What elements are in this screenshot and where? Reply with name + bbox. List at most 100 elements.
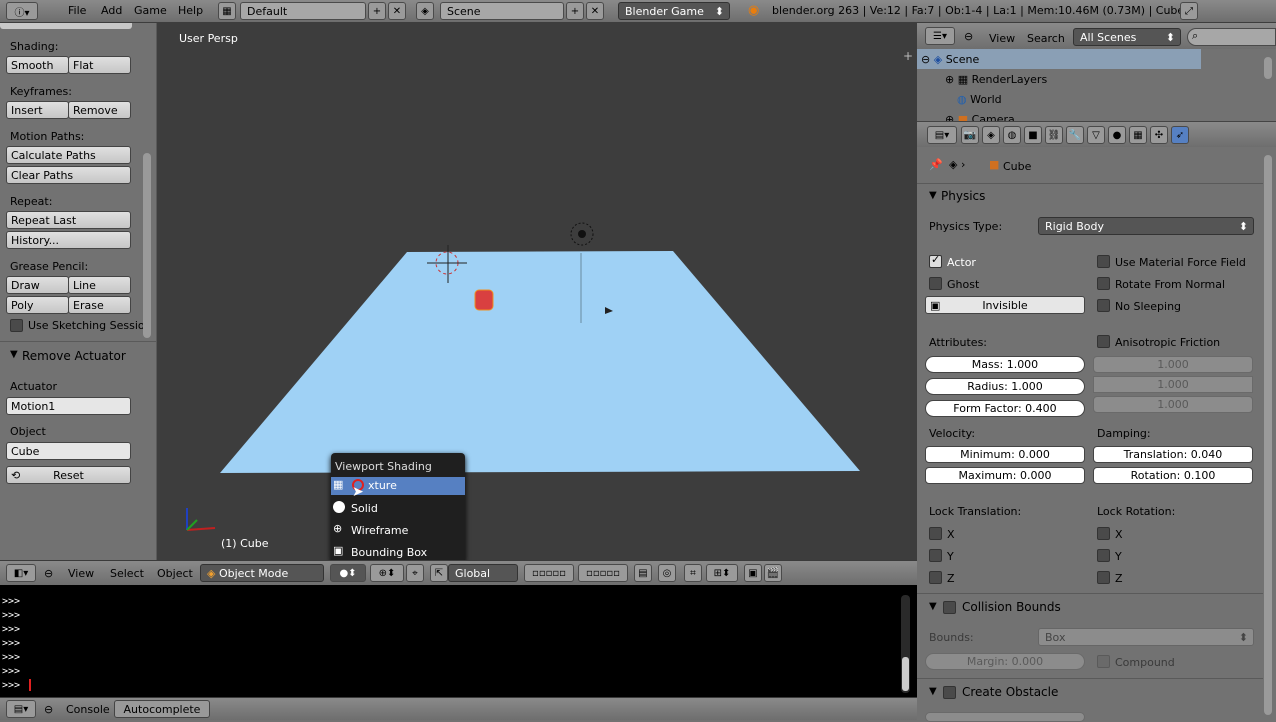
layers-grid-1[interactable]: ▫▫▫▫▫	[524, 564, 574, 582]
header-collapse-icon[interactable]: ⊖	[44, 567, 53, 580]
texture-tab-icon[interactable]: ▦	[1129, 126, 1147, 144]
constraints-tab-icon[interactable]: ⛓	[1045, 126, 1063, 144]
physics-tab-icon[interactable]: ➶	[1171, 126, 1189, 144]
modifiers-tab-icon[interactable]: 🔧	[1066, 126, 1084, 144]
shading-item-solid[interactable]: Solid	[331, 498, 465, 520]
render-animation-icon[interactable]: 🎬	[764, 564, 782, 582]
obstacle-field-partial[interactable]	[925, 712, 1085, 722]
insert-button[interactable]: Insert	[6, 101, 69, 119]
history-button[interactable]: History...	[6, 231, 131, 249]
material-tab-icon[interactable]: ●	[1108, 126, 1126, 144]
outliner-filter-dropdown[interactable]: All Scenes ⬍	[1073, 28, 1181, 46]
line-button[interactable]: Line	[68, 276, 131, 294]
repeat-last-button[interactable]: Repeat Last	[6, 211, 131, 229]
obstacle-collapse-icon[interactable]: ▼	[929, 686, 937, 697]
viewport-shading-button[interactable]: ●⬍	[330, 564, 366, 582]
rotation-damping-field[interactable]: Rotation: 0.100	[1093, 467, 1253, 484]
editor-type-3d-icon[interactable]: ◧▾	[6, 564, 36, 582]
menu-select[interactable]: Select	[110, 567, 144, 580]
orientation-dropdown[interactable]: Global	[448, 564, 518, 582]
clear-paths-button[interactable]: Clear Paths	[6, 166, 131, 184]
scene-tab-icon[interactable]: ◈	[982, 126, 1000, 144]
scene-field[interactable]: Scene	[440, 2, 564, 20]
python-console[interactable]: >>> >>> >>> >>> >>> >>> >>>	[0, 585, 917, 697]
rotate-from-normal-checkbox[interactable]	[1097, 277, 1110, 290]
no-sleeping-checkbox[interactable]	[1097, 299, 1110, 312]
lock-camera-icon[interactable]: ▤	[634, 564, 652, 582]
outliner-row-camera[interactable]: ⊕ ■ Camera	[917, 109, 1217, 121]
remove-scene-icon[interactable]: ✕	[586, 2, 604, 20]
properties-scrollbar[interactable]	[1264, 155, 1272, 715]
shading-item-wireframe[interactable]: ⊕ Wireframe	[331, 520, 465, 542]
console-collapse-icon[interactable]: ⊖	[44, 703, 53, 716]
pivot-point-button[interactable]: ⊕⬍	[370, 564, 404, 582]
screen-layout-icon[interactable]: ▦	[218, 2, 236, 20]
menu-object[interactable]: Object	[157, 567, 193, 580]
3d-viewport[interactable]: User Persp (1) Cube +	[157, 23, 917, 560]
outliner-scrollbar[interactable]	[1264, 57, 1272, 79]
lock-rotation-x-checkbox[interactable]	[1097, 527, 1110, 540]
smooth-button[interactable]: Smooth	[6, 56, 69, 74]
menu-add[interactable]: Add	[101, 4, 122, 17]
viewport-plus-icon[interactable]: +	[903, 49, 913, 63]
layers-grid-2[interactable]: ▫▫▫▫▫	[578, 564, 628, 582]
render-tab-icon[interactable]: 📷	[961, 126, 979, 144]
editor-type-info-icon[interactable]: ⓘ▾	[6, 2, 38, 20]
outliner-view-menu[interactable]: View	[989, 32, 1015, 45]
remove-layout-icon[interactable]: ✕	[388, 2, 406, 20]
remove-keyframe-button[interactable]: Remove	[68, 101, 131, 119]
fullscreen-icon[interactable]: ⤢	[1180, 2, 1198, 20]
menu-game[interactable]: Game	[134, 4, 167, 17]
create-obstacle-checkbox[interactable]	[943, 686, 956, 699]
menu-help[interactable]: Help	[178, 4, 203, 17]
snap-element-icon[interactable]: ⊞⬍	[706, 564, 738, 582]
editor-type-outliner-icon[interactable]: ☰▾	[925, 27, 955, 45]
physics-collapse-icon[interactable]: ▼	[929, 190, 937, 201]
erase-button[interactable]: Erase	[68, 296, 131, 314]
radius-field[interactable]: Radius: 1.000	[925, 378, 1085, 395]
actor-checkbox[interactable]: ✓	[929, 253, 942, 268]
screen-layout-field[interactable]: Default	[240, 2, 366, 20]
pin-icon[interactable]: 📌	[929, 158, 943, 171]
object-field[interactable]: Cube	[6, 442, 131, 460]
particles-tab-icon[interactable]: ✣	[1150, 126, 1168, 144]
velocity-min-field[interactable]: Minimum: 0.000	[925, 446, 1085, 463]
outliner-row-scene[interactable]: ⊖ ◈ Scene	[917, 49, 1201, 69]
aniso-y-field[interactable]: 1.000	[1093, 376, 1253, 393]
lock-translation-z-checkbox[interactable]	[929, 571, 942, 584]
world-tab-icon[interactable]: ◍	[1003, 126, 1021, 144]
snap-icon[interactable]: ⌗	[684, 564, 702, 582]
aniso-x-field[interactable]: 1.000	[1093, 356, 1253, 373]
lock-rotation-y-checkbox[interactable]	[1097, 549, 1110, 562]
compound-checkbox[interactable]	[1097, 655, 1110, 668]
bounds-dropdown[interactable]: Box ⬍	[1038, 628, 1254, 646]
form-factor-field[interactable]: Form Factor: 0.400	[925, 400, 1085, 417]
aniso-z-field[interactable]: 1.000	[1093, 396, 1253, 413]
sketching-checkbox[interactable]	[10, 319, 23, 332]
margin-field[interactable]: Margin: 0.000	[925, 653, 1085, 670]
mass-field[interactable]: Mass: 1.000	[925, 356, 1085, 373]
engine-dropdown[interactable]: Blender Game ⬍	[618, 2, 730, 20]
mode-dropdown[interactable]: ◈ Object Mode	[200, 564, 324, 582]
outliner-collapse-icon[interactable]: ⊖	[964, 30, 973, 43]
anisotropic-checkbox[interactable]	[1097, 335, 1110, 348]
material-force-checkbox[interactable]	[1097, 255, 1110, 268]
menu-file[interactable]: File	[68, 4, 86, 17]
editor-type-properties-icon[interactable]: ▤▾	[927, 126, 957, 144]
ghost-checkbox[interactable]	[929, 277, 942, 290]
flat-button[interactable]: Flat	[68, 56, 131, 74]
console-scrollbar[interactable]	[901, 595, 910, 693]
scene-icon[interactable]: ◈	[416, 2, 434, 20]
data-tab-icon[interactable]: ▽	[1087, 126, 1105, 144]
velocity-max-field[interactable]: Maximum: 0.000	[925, 467, 1085, 484]
poly-button[interactable]: Poly	[6, 296, 69, 314]
physics-type-dropdown[interactable]: Rigid Body ⬍	[1038, 217, 1254, 235]
shelf-scrollbar[interactable]	[143, 153, 151, 338]
editor-type-console-icon[interactable]: ▤▾	[6, 700, 36, 718]
translate-icon[interactable]: ⇱	[430, 564, 448, 582]
add-scene-icon[interactable]: +	[566, 2, 584, 20]
proportional-edit-icon[interactable]: ◎	[658, 564, 676, 582]
translation-damping-field[interactable]: Translation: 0.040	[1093, 446, 1253, 463]
calculate-paths-button[interactable]: Calculate Paths	[6, 146, 131, 164]
lock-rotation-z-checkbox[interactable]	[1097, 571, 1110, 584]
